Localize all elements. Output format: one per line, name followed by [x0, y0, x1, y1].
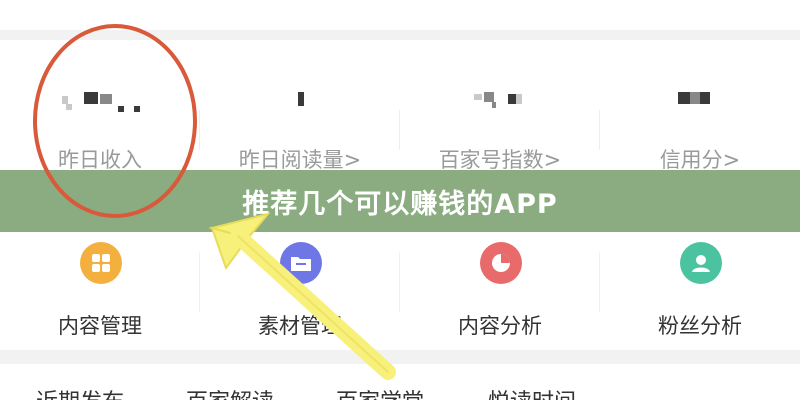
tab-recent-posts[interactable]: 近期发布 [36, 384, 124, 400]
stat-value-redacted [400, 92, 600, 114]
tool-label: 素材管理 [258, 314, 342, 338]
tab-reading-time[interactable]: 悦读时间 [488, 384, 576, 400]
folder-icon [280, 242, 322, 284]
stats-row: 昨日收入 昨日阅读量> 百家号指数> 信用分> [0, 40, 800, 190]
title-banner: 推荐几个可以赚钱的APP [0, 170, 800, 232]
top-header-area [0, 0, 800, 34]
pie-chart-icon [480, 242, 522, 284]
tool-content-management[interactable]: 内容管理 [0, 232, 200, 350]
stat-value-redacted [200, 92, 400, 114]
grid-icon [80, 242, 122, 284]
bottom-tab-bar: 近期发布 百家解读 百家学堂 悦读时间 [0, 364, 800, 400]
section-gap [0, 30, 800, 40]
tool-fans-analysis[interactable]: 粉丝分析 [600, 232, 800, 350]
tool-content-analysis[interactable]: 内容分析 [400, 232, 600, 350]
stat-yesterday-reads[interactable]: 昨日阅读量> [200, 40, 400, 190]
stat-yesterday-income[interactable]: 昨日收入 [0, 40, 200, 190]
stat-value-redacted [600, 92, 800, 114]
stat-credit-score[interactable]: 信用分> [600, 40, 800, 190]
stat-baijia-index[interactable]: 百家号指数> [400, 40, 600, 190]
tool-label: 粉丝分析 [658, 314, 742, 338]
tools-row: 内容管理 素材管理 内容分析 粉丝分析 [0, 232, 800, 350]
tab-baijia-school[interactable]: 百家学堂 [336, 384, 424, 400]
tool-label: 内容管理 [58, 314, 142, 338]
section-gap [0, 350, 800, 364]
user-icon [680, 242, 722, 284]
tab-baijia-interpretation[interactable]: 百家解读 [186, 384, 274, 400]
banner-title: 推荐几个可以赚钱的APP [242, 188, 558, 220]
tool-label: 内容分析 [458, 314, 542, 338]
tool-material-management[interactable]: 素材管理 [200, 232, 400, 350]
stat-value-redacted [0, 92, 200, 114]
